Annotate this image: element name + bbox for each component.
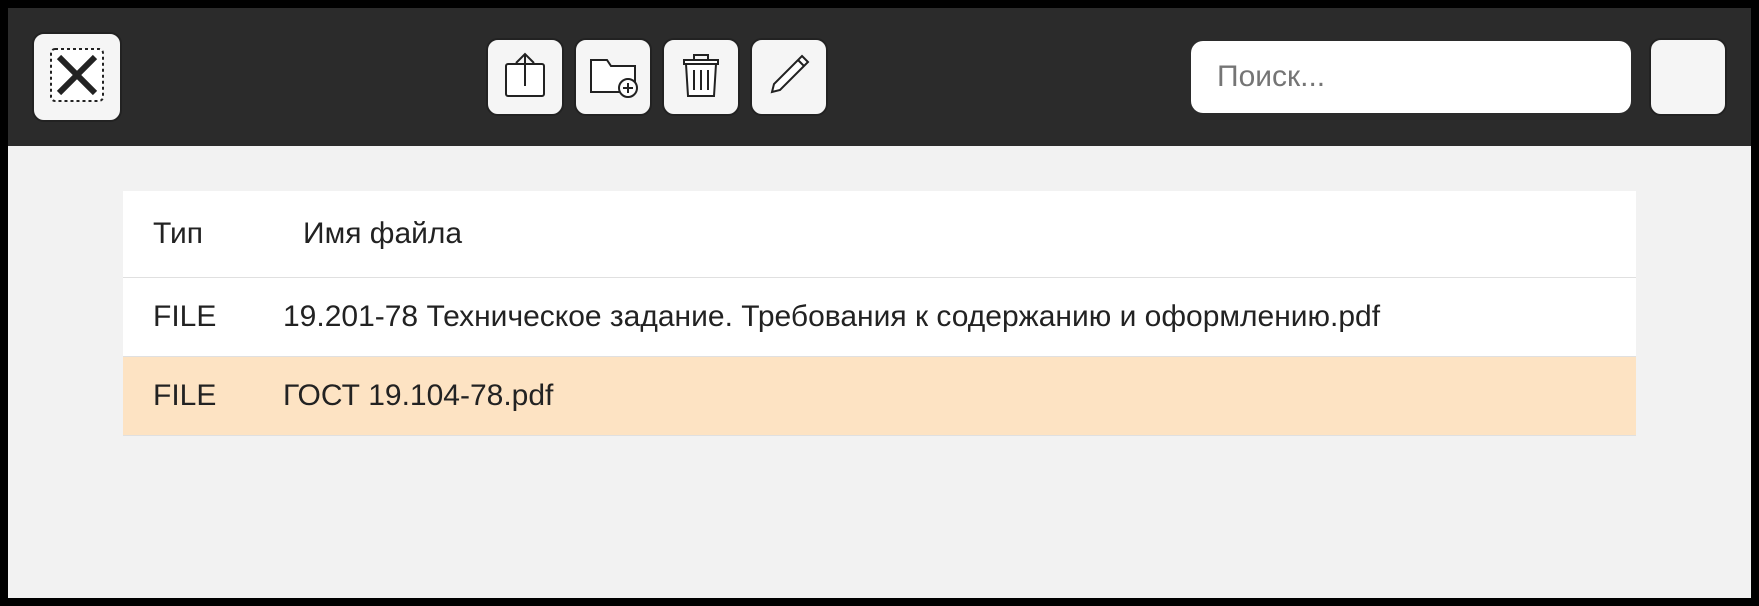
upload-button[interactable] xyxy=(486,38,564,116)
table-header-row: Тип Имя файла xyxy=(123,191,1636,278)
toolbar xyxy=(8,8,1751,146)
table-row[interactable]: FILEГОСТ 19.104-78.pdf xyxy=(123,357,1636,436)
column-header-name[interactable]: Имя файла xyxy=(273,191,1636,278)
cell-type: FILE xyxy=(123,278,273,357)
content-area: Тип Имя файла FILE19.201-78 Техническое … xyxy=(8,146,1751,598)
column-header-type[interactable]: Тип xyxy=(123,191,273,278)
edit-button[interactable] xyxy=(750,38,828,116)
cell-name: 19.201-78 Техническое задание. Требовани… xyxy=(273,278,1636,357)
upload-icon xyxy=(498,48,552,107)
cell-type: FILE xyxy=(123,357,273,436)
close-button[interactable] xyxy=(32,32,122,122)
search-box xyxy=(1191,41,1631,113)
new-folder-button[interactable] xyxy=(574,38,652,116)
folder-plus-icon xyxy=(586,48,640,107)
close-icon xyxy=(45,43,109,112)
pencil-icon xyxy=(762,48,816,107)
table-row[interactable]: FILE19.201-78 Техническое задание. Требо… xyxy=(123,278,1636,357)
file-table: Тип Имя файла FILE19.201-78 Техническое … xyxy=(123,191,1636,436)
app-window: Тип Имя файла FILE19.201-78 Техническое … xyxy=(8,8,1751,598)
ai-button[interactable] xyxy=(1649,38,1727,116)
cell-name: ГОСТ 19.104-78.pdf xyxy=(273,357,1636,436)
trash-icon xyxy=(674,48,728,107)
delete-button[interactable] xyxy=(662,38,740,116)
search-input[interactable] xyxy=(1217,60,1605,94)
